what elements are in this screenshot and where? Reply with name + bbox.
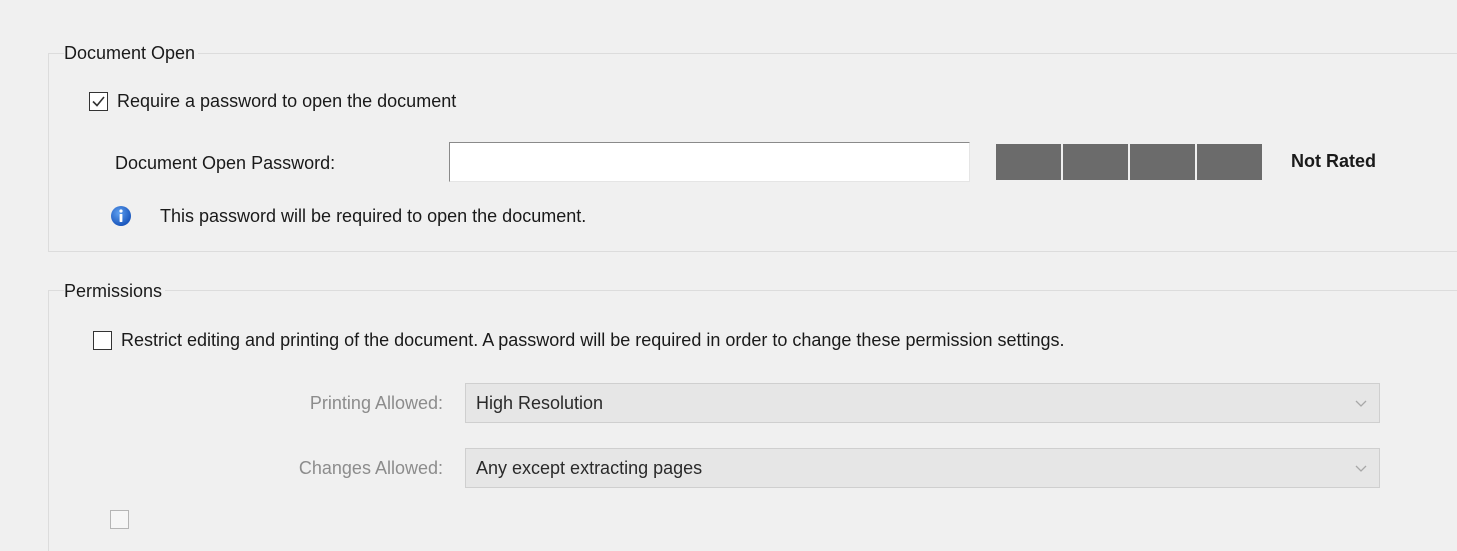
info-message: This password will be required to open t… xyxy=(160,206,587,226)
changes-allowed-value: Any except extracting pages xyxy=(476,458,703,478)
checkmark-icon xyxy=(92,96,105,107)
document-open-password-input[interactable] xyxy=(449,142,970,182)
chevron-down-icon xyxy=(1355,465,1367,472)
changes-allowed-label: Changes Allowed: xyxy=(298,458,443,478)
printing-allowed-select[interactable]: High Resolution xyxy=(465,383,1380,423)
require-password-label[interactable]: Require a password to open the document xyxy=(117,90,456,112)
cut-off-checkbox[interactable] xyxy=(110,510,129,529)
document-open-legend: Document Open xyxy=(64,42,199,64)
require-password-checkbox[interactable] xyxy=(89,92,108,111)
password-strength-meter xyxy=(996,144,1264,180)
strength-segment xyxy=(1063,144,1128,180)
info-icon xyxy=(110,205,132,227)
strength-segment xyxy=(1130,144,1195,180)
chevron-down-icon xyxy=(1355,400,1367,407)
restrict-editing-label[interactable]: Restrict editing and printing of the doc… xyxy=(121,329,1065,351)
printing-allowed-label: Printing Allowed: xyxy=(309,393,443,413)
document-open-password-label: Document Open Password: xyxy=(115,153,336,173)
strength-segment xyxy=(1197,144,1262,180)
restrict-editing-checkbox[interactable] xyxy=(93,331,112,350)
printing-allowed-value: High Resolution xyxy=(476,393,604,413)
permissions-legend: Permissions xyxy=(64,280,166,302)
strength-rating: Not Rated xyxy=(1291,151,1376,171)
strength-segment xyxy=(996,144,1061,180)
changes-allowed-select[interactable]: Any except extracting pages xyxy=(465,448,1380,488)
